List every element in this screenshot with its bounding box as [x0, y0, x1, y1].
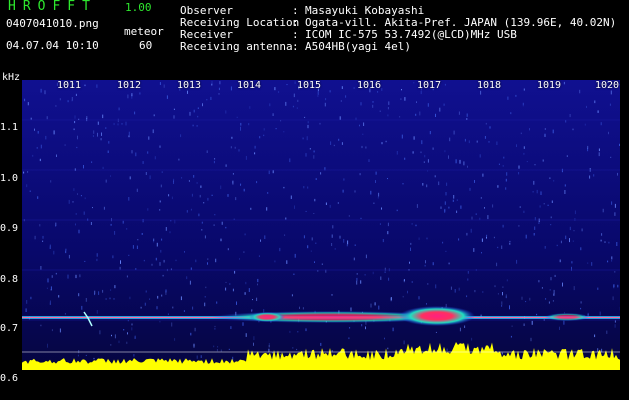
y-tick: 0.8 — [0, 274, 19, 285]
x-tick: 1012 — [117, 80, 142, 91]
timestamp: 04.07.04 10:10 — [6, 39, 99, 52]
separator: : — [292, 40, 299, 53]
x-tick: 1015 — [297, 80, 322, 91]
x-tick: 1020 — [595, 80, 620, 91]
spectrogram-background — [22, 80, 620, 370]
x-tick: 1017 — [417, 80, 442, 91]
antenna-value: A504HB(yagi 4el) — [305, 40, 411, 53]
app-version: 1.00 — [125, 1, 152, 14]
y-tick: 0.6 — [0, 373, 19, 384]
y-tick: 1.1 — [0, 122, 19, 133]
mode-label: meteor — [124, 25, 164, 38]
antenna-key: Receiving antenna — [180, 40, 293, 53]
x-tick: 1019 — [537, 80, 562, 91]
y-unit-label: kHz — [2, 72, 21, 83]
y-tick: 0.7 — [0, 323, 19, 334]
y-tick: 1.0 — [0, 173, 19, 184]
spectrogram — [22, 80, 620, 370]
header: HROFFT 1.00 0407041010.png meteor 04.07.… — [0, 0, 629, 62]
count-value: 60 — [139, 39, 153, 52]
x-tick: 1018 — [477, 80, 502, 91]
x-tick: 1013 — [177, 80, 202, 91]
app-title: HROFFT — [8, 0, 97, 14]
filename: 0407041010.png — [6, 17, 99, 30]
y-tick: 0.9 — [0, 223, 19, 234]
x-tick: 1014 — [237, 80, 262, 91]
x-tick: 1016 — [357, 80, 382, 91]
x-tick: 1011 — [57, 80, 82, 91]
